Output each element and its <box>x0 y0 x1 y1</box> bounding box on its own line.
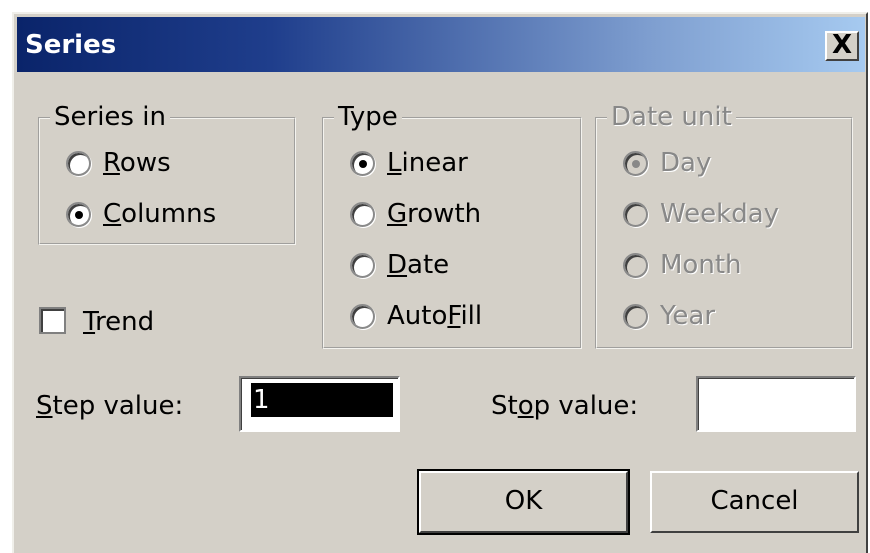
date-unit-legend: Date unit <box>607 102 736 132</box>
radio-growth[interactable]: Growth <box>350 196 481 232</box>
trend-checkbox[interactable] <box>39 307 66 334</box>
close-icon: X <box>831 30 853 60</box>
radio-label-columns: Columns <box>103 199 217 229</box>
cancel-button[interactable]: Cancel <box>650 471 859 533</box>
step-value-label: Step value: <box>36 391 184 421</box>
series-in-legend: Series in <box>50 102 170 132</box>
radio-label-rows: Rows <box>103 148 171 178</box>
radio-button[interactable] <box>350 150 375 176</box>
radio-rows[interactable]: Rows <box>66 145 171 181</box>
type-group: Type Linear Growth Date AutoFill <box>322 102 582 349</box>
dialog-title: Series <box>25 30 117 60</box>
radio-button[interactable] <box>623 201 648 227</box>
radio-button[interactable] <box>350 252 375 278</box>
radio-label-date: Date <box>387 250 450 280</box>
radio-label-year: Year <box>660 301 716 331</box>
radio-button[interactable] <box>350 303 375 329</box>
radio-weekday[interactable]: Weekday <box>623 196 779 232</box>
radio-button[interactable] <box>66 150 91 176</box>
radio-button[interactable] <box>350 201 375 227</box>
stop-value-input[interactable] <box>696 376 856 432</box>
radio-day[interactable]: Day <box>623 145 711 181</box>
ok-button[interactable]: OK <box>417 469 630 535</box>
radio-columns[interactable]: Columns <box>66 196 216 232</box>
type-legend: Type <box>334 102 402 132</box>
title-bar[interactable]: Series X <box>17 17 865 72</box>
radio-selected-dot <box>359 159 367 168</box>
radio-selected-dot <box>632 159 640 168</box>
close-button[interactable]: X <box>825 31 859 61</box>
step-value-input[interactable]: 1 <box>239 376 400 432</box>
date-unit-group: Date unit Day Weekday Month Year <box>595 102 853 349</box>
stop-value-label: Stop value: <box>491 391 639 421</box>
radio-label-linear: Linear <box>387 148 468 178</box>
step-value-text: 1 <box>251 383 393 417</box>
radio-label-growth: Growth <box>387 199 482 229</box>
radio-linear[interactable]: Linear <box>350 145 468 181</box>
radio-date[interactable]: Date <box>350 247 449 283</box>
series-dialog: Series X Series in Rows Columns Trend Ty… <box>12 12 868 553</box>
radio-button[interactable] <box>623 303 648 329</box>
radio-button[interactable] <box>623 252 648 278</box>
radio-selected-dot <box>75 210 83 219</box>
radio-autofill[interactable]: AutoFill <box>350 298 482 334</box>
radio-label-day: Day <box>660 148 712 178</box>
trend-label[interactable]: Trend <box>83 307 154 337</box>
radio-label-weekday: Weekday <box>660 199 780 229</box>
radio-label-autofill: AutoFill <box>387 301 483 331</box>
series-in-group: Series in Rows Columns <box>38 102 296 245</box>
radio-button[interactable] <box>66 201 91 227</box>
radio-month[interactable]: Month <box>623 247 742 283</box>
radio-button[interactable] <box>623 150 648 176</box>
radio-year[interactable]: Year <box>623 298 715 334</box>
radio-label-month: Month <box>660 250 742 280</box>
